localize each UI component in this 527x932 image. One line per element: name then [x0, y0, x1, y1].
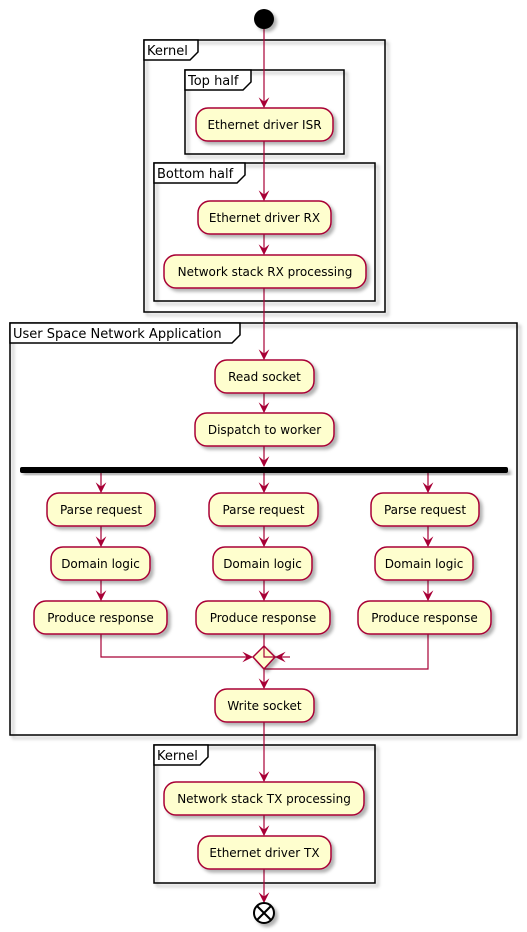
- node-network-stack-tx: Network stack TX processing: [163, 781, 365, 816]
- svg-text:Parse request: Parse request: [384, 503, 466, 517]
- frame-label: Top half: [187, 74, 239, 89]
- svg-text:Domain logic: Domain logic: [61, 557, 140, 571]
- svg-text:Domain logic: Domain logic: [223, 557, 302, 571]
- node-parse-request: Parse request: [208, 492, 319, 527]
- end-node-icon: [253, 902, 275, 924]
- node-produce-response: Produce response: [33, 600, 168, 635]
- svg-text:Ethernet driver RX: Ethernet driver RX: [209, 211, 320, 225]
- svg-text:Read socket: Read socket: [228, 370, 301, 384]
- node-dispatch-to-worker: Dispatch to worker: [194, 412, 335, 447]
- svg-text:Write socket: Write socket: [227, 699, 302, 713]
- svg-text:Network stack RX processing: Network stack RX processing: [178, 265, 353, 279]
- frame-label: Bottom half: [157, 167, 234, 182]
- node-network-stack-rx: Network stack RX processing: [163, 254, 367, 289]
- svg-text:Produce response: Produce response: [210, 611, 317, 625]
- svg-text:Ethernet driver ISR: Ethernet driver ISR: [207, 118, 321, 132]
- svg-text:Dispatch to worker: Dispatch to worker: [208, 423, 321, 437]
- node-produce-response: Produce response: [357, 600, 492, 635]
- svg-text:Parse request: Parse request: [60, 503, 142, 517]
- fork-bar: [20, 467, 508, 473]
- svg-text:Domain logic: Domain logic: [385, 557, 464, 571]
- node-ethernet-driver-tx: Ethernet driver TX: [197, 835, 332, 870]
- svg-text:Produce response: Produce response: [371, 611, 478, 625]
- svg-text:Network stack TX processing: Network stack TX processing: [177, 792, 351, 806]
- node-domain-logic: Domain logic: [212, 546, 313, 581]
- node-parse-request: Parse request: [370, 492, 480, 527]
- activity-diagram: Kernel Top half Bottom half User Space N…: [9, 9, 518, 924]
- svg-text:Produce response: Produce response: [47, 611, 154, 625]
- frame-label: Kernel: [157, 749, 198, 764]
- svg-text:Ethernet driver TX: Ethernet driver TX: [209, 846, 319, 860]
- node-domain-logic: Domain logic: [50, 546, 151, 581]
- node-ethernet-driver-isr: Ethernet driver ISR: [195, 107, 334, 142]
- node-read-socket: Read socket: [214, 359, 315, 394]
- node-ethernet-driver-rx: Ethernet driver RX: [197, 200, 332, 235]
- edges: [95, 29, 434, 904]
- start-node-icon: [254, 9, 274, 29]
- frame-label: User Space Network Application: [13, 327, 222, 342]
- node-parse-request: Parse request: [46, 492, 156, 527]
- node-produce-response: Produce response: [195, 600, 331, 635]
- svg-text:Parse request: Parse request: [222, 503, 304, 517]
- frame-label: Kernel: [147, 44, 188, 59]
- node-domain-logic: Domain logic: [374, 546, 474, 581]
- node-write-socket: Write socket: [214, 688, 315, 723]
